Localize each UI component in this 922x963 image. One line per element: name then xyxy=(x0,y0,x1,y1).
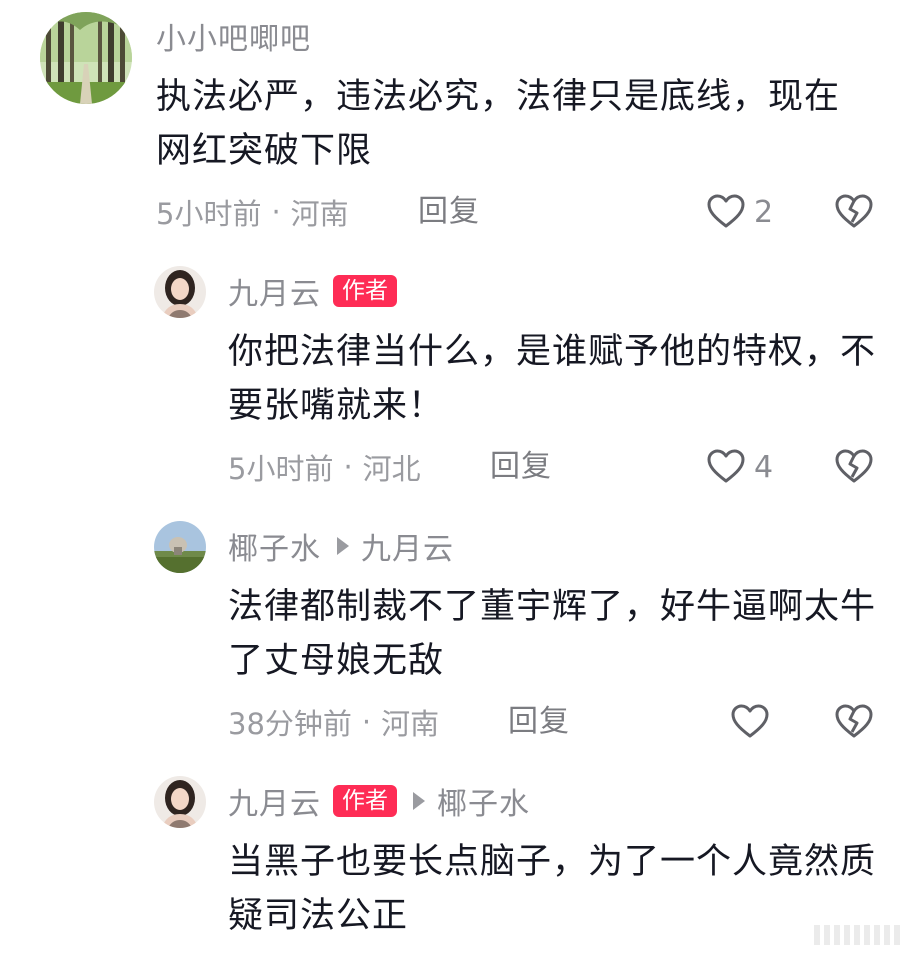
heart-icon xyxy=(707,194,745,228)
heart-icon xyxy=(731,704,769,738)
comment-meta: 38分钟前 · 河南 xyxy=(228,702,439,742)
like-button[interactable]: 4 xyxy=(706,445,773,489)
username-row: 小小吧唧吧 xyxy=(156,14,311,58)
reply-item: 九月云 作者 你把法律当什么，是谁赋予他的特权，不要张嘴就来！ 5小时前 · 河… xyxy=(0,255,922,510)
reply-arrow-icon xyxy=(337,537,349,555)
reply-button[interactable]: 回复 xyxy=(418,192,480,232)
comment-location: 河南 xyxy=(381,707,440,741)
username-row: 九月云 作者 椰子水 xyxy=(228,779,530,823)
avatar[interactable] xyxy=(154,266,206,318)
scroll-indicator xyxy=(814,925,904,945)
avatar[interactable] xyxy=(154,521,206,573)
comment-meta: 5小时前 · 河北 xyxy=(228,447,421,487)
username[interactable]: 椰子水 xyxy=(228,524,321,568)
reply-target[interactable]: 椰子水 xyxy=(437,779,530,823)
author-badge: 作者 xyxy=(333,785,397,817)
reply-item: 椰子水 九月云 法律都制裁不了董宇辉了，好牛逼啊太牛了丈母娘无敌 38分钟前 ·… xyxy=(0,510,922,765)
reply-button[interactable]: 回复 xyxy=(490,447,552,487)
username-row: 九月云 作者 xyxy=(228,269,397,313)
reply-arrow-icon xyxy=(413,792,425,810)
username[interactable]: 小小吧唧吧 xyxy=(156,14,311,58)
username[interactable]: 九月云 xyxy=(228,269,321,313)
comment-time: 38分钟前 xyxy=(228,707,352,741)
separator-dot: · xyxy=(343,450,353,484)
username[interactable]: 九月云 xyxy=(228,779,321,823)
comment-location: 河南 xyxy=(290,197,349,231)
comment-text: 执法必严，违法必究，法律只是底线，现在网红突破下限 xyxy=(156,77,841,171)
comment-location: 河北 xyxy=(362,452,421,486)
separator-dot: · xyxy=(271,195,281,229)
reply-item: 九月云 作者 椰子水 当黑子也要长点脑子，为了一个人竟然质疑司法公正 xyxy=(0,765,922,963)
comment-item: 小小吧唧吧 执法必严，违法必究，法律只是底线，现在网红突破下限 5小时前 · 河… xyxy=(0,0,922,250)
comment-time: 5小时前 xyxy=(228,452,334,486)
heart-icon xyxy=(707,449,745,483)
reply-button[interactable]: 回复 xyxy=(508,702,570,742)
comment-text: 你把法律当什么，是谁赋予他的特权，不要张嘴就来！ xyxy=(228,332,877,426)
author-badge: 作者 xyxy=(333,275,397,307)
comment-text: 当黑子也要长点脑子，为了一个人竟然质疑司法公正 xyxy=(228,842,877,936)
separator-dot: · xyxy=(361,705,372,739)
avatar[interactable] xyxy=(154,776,206,828)
comment-text: 法律都制裁不了董宇辉了，好牛逼啊太牛了丈母娘无敌 xyxy=(228,587,877,681)
broken-heart-icon[interactable] xyxy=(834,447,874,487)
broken-heart-icon[interactable] xyxy=(834,192,874,232)
like-button[interactable] xyxy=(730,700,770,744)
comment-meta: 5小时前 · 河南 xyxy=(156,192,349,232)
comment-time: 5小时前 xyxy=(156,197,262,231)
broken-heart-icon[interactable] xyxy=(834,702,874,742)
avatar[interactable] xyxy=(40,12,132,104)
reply-target[interactable]: 九月云 xyxy=(361,524,454,568)
like-button[interactable]: 2 xyxy=(706,190,773,234)
like-count: 4 xyxy=(754,449,774,485)
like-count: 2 xyxy=(754,194,774,230)
username-row: 椰子水 九月云 xyxy=(228,524,454,568)
